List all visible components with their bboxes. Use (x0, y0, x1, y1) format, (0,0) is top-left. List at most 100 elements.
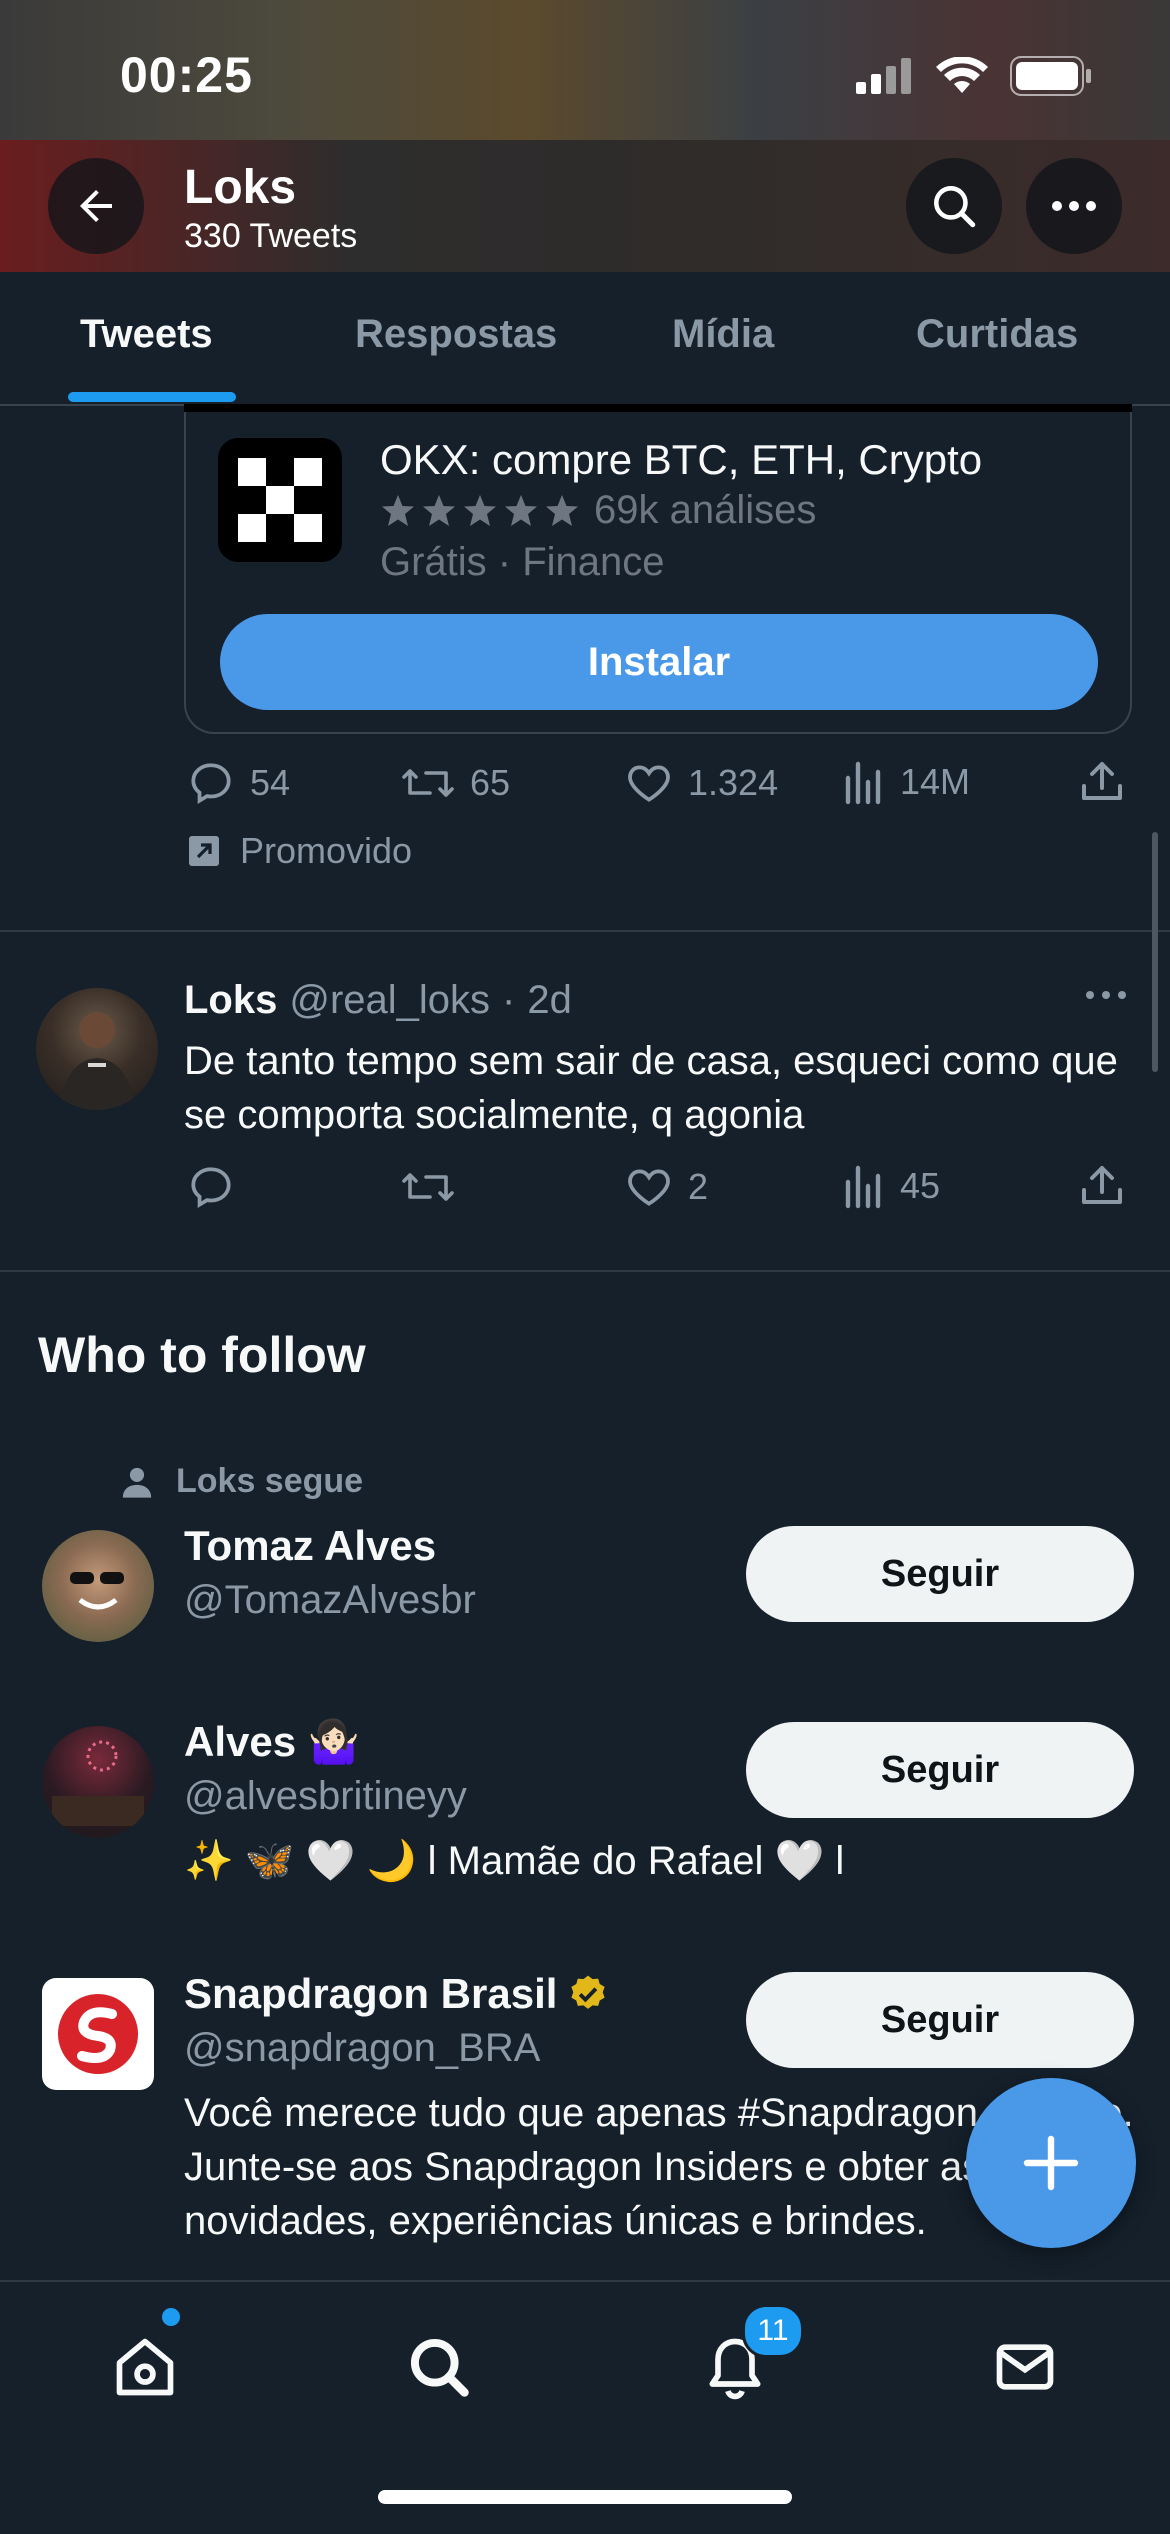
avatar-fireworks-photo (52, 1740, 144, 1826)
account-handle[interactable]: @alvesbritineyy (184, 1774, 467, 1819)
tab-tweets[interactable]: Tweets (80, 312, 213, 357)
reply-icon (191, 1167, 231, 1209)
profile-name: Loks (184, 161, 297, 214)
tweet-more-button[interactable] (1084, 988, 1128, 1006)
battery-icon (1010, 56, 1091, 96)
account-avatar-snapdragon[interactable] (42, 1978, 154, 2090)
avatar-person-photo (70, 1572, 124, 1610)
account-name-text: Alves 🤷🏻‍♀️ (184, 1718, 361, 1765)
views-action[interactable]: 45 (842, 1162, 940, 1210)
okx-app-icon[interactable] (218, 438, 342, 562)
views-count: 14M (900, 761, 971, 802)
views-count: 45 (900, 1165, 941, 1206)
reply-count: 54 (250, 762, 291, 803)
meta-separator: · (502, 978, 516, 1022)
nav-search[interactable] (394, 2322, 484, 2412)
okx-logo-icon (238, 458, 322, 542)
social-context: Loks segue (120, 1462, 363, 1501)
tweet-author-handle[interactable]: @real_loks (289, 978, 490, 1023)
profile-header: 00:25 Loks 330 Tweets (0, 0, 1170, 272)
search-button[interactable] (906, 158, 1002, 254)
promoted-label: Promovido (186, 830, 412, 872)
account-avatar-tomaz[interactable] (42, 1530, 154, 1642)
star-rating-icon (382, 494, 578, 526)
tweet-text: De tanto tempo sem sair de casa, esqueci… (184, 1039, 1118, 1137)
follow-button[interactable]: Seguir (746, 1972, 1134, 2068)
notifications-badge: 11 (742, 2304, 804, 2358)
more-horizontal-icon (1052, 201, 1096, 211)
app-meta: Grátis · Finance (380, 540, 665, 584)
tab-curtidas[interactable]: Curtidas (916, 312, 1078, 357)
reply-icon (191, 763, 231, 805)
install-button[interactable]: Instalar (220, 614, 1098, 710)
share-action[interactable] (1078, 1162, 1126, 1210)
tweet-author-avatar[interactable] (36, 988, 158, 1110)
avatar-person-photo (58, 1012, 136, 1110)
views-action[interactable]: 14M (842, 758, 970, 806)
retweet-icon (402, 769, 454, 797)
profile-title: Loks 330 Tweets (184, 160, 357, 256)
account-handle[interactable]: @snapdragon_BRA (184, 2026, 540, 2071)
divider (0, 930, 1170, 932)
retweet-action[interactable]: 65 (400, 758, 510, 808)
tweet-count: 330 Tweets (184, 217, 358, 255)
search-icon (410, 2338, 469, 2397)
tab-respostas[interactable]: Respostas (355, 312, 557, 357)
account-avatar-alves[interactable] (42, 1726, 154, 1838)
search-icon (934, 186, 976, 228)
account-name-text: Tomaz Alves (184, 1522, 437, 1569)
analytics-icon (845, 1165, 881, 1209)
like-action[interactable]: 1.324 (624, 758, 778, 808)
reply-action[interactable]: 54 (186, 758, 290, 808)
app-name: OKX: compre BTC, ETH, Crypto (380, 436, 983, 483)
share-icon (1082, 762, 1122, 800)
compose-tweet-button[interactable] (966, 2078, 1136, 2248)
tweet-header: Loks @real_loks · 2d (184, 978, 572, 1023)
follow-button[interactable]: Seguir (746, 1722, 1134, 1818)
like-count: 1.324 (688, 762, 779, 803)
retweet-action[interactable] (400, 1162, 470, 1212)
who-to-follow-title: Who to follow (38, 1327, 366, 1383)
share-icon (1082, 1166, 1122, 1204)
tweet-author-name[interactable]: Loks (184, 978, 277, 1023)
home-unread-dot (162, 2308, 180, 2326)
status-icons (856, 56, 1092, 96)
home-icon (116, 2338, 174, 2396)
snapdragon-logo-icon (58, 1994, 138, 2074)
more-horizontal-icon (1086, 991, 1126, 999)
like-count: 2 (688, 1166, 709, 1207)
tab-midia[interactable]: Mídia (672, 312, 774, 357)
person-icon (122, 1467, 152, 1498)
app-rating: 69k análises (380, 488, 816, 533)
divider (0, 1270, 1170, 1272)
follow-button[interactable]: Seguir (746, 1526, 1134, 1622)
social-context-text: Loks segue (176, 1462, 364, 1500)
nav-messages[interactable] (980, 2322, 1070, 2412)
nav-home[interactable] (100, 2322, 190, 2412)
ad-media-edge (184, 404, 1132, 412)
retweet-count: 65 (470, 762, 511, 803)
heart-icon (628, 1169, 670, 1206)
share-action[interactable] (1078, 758, 1126, 806)
account-name[interactable]: Tomaz Alves (184, 1522, 436, 1570)
profile-tabs: Tweets Respostas Mídia Curtidas (0, 272, 1170, 406)
account-name[interactable]: Snapdragon Brasil (184, 1970, 609, 2018)
promoted-icon (189, 836, 219, 866)
heart-icon (628, 765, 670, 802)
analytics-icon (845, 761, 881, 805)
more-options-button[interactable] (1026, 158, 1122, 254)
account-handle[interactable]: @TomazAlvesbr (184, 1578, 476, 1623)
active-tab-indicator (68, 392, 236, 402)
home-indicator[interactable] (378, 2490, 792, 2504)
back-button[interactable] (48, 158, 144, 254)
retweet-icon (402, 1173, 454, 1201)
scrollbar[interactable] (1152, 832, 1158, 1072)
account-name-text: Snapdragon Brasil (184, 1970, 558, 2017)
account-name[interactable]: Alves 🤷🏻‍♀️ (184, 1718, 360, 1767)
promoted-text: Promovido (240, 830, 413, 871)
cellular-signal-icon (856, 58, 911, 94)
status-time: 00:25 (120, 47, 253, 103)
like-action[interactable]: 2 (624, 1162, 708, 1212)
reply-action[interactable] (186, 1162, 250, 1212)
account-bio: ✨ 🦋 🤍 🌙 l Mamãe do Rafael 🤍 l (184, 1839, 845, 1883)
